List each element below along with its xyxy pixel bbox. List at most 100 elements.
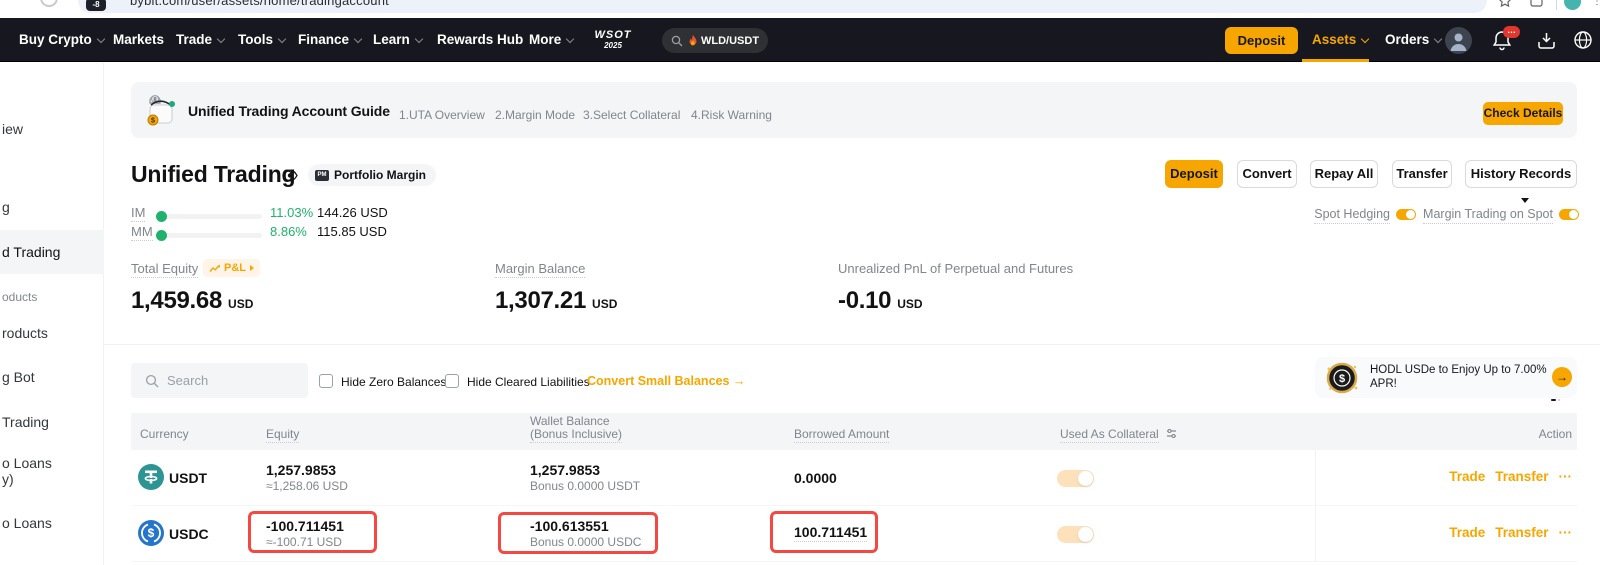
sidebar-item-funding[interactable]: g: [2, 199, 10, 215]
nav-learn[interactable]: Learn: [373, 18, 422, 62]
im-percent: 11.03%: [270, 205, 313, 220]
margin-balance-label[interactable]: Margin Balance: [495, 261, 585, 278]
browser-divider: [1556, 0, 1557, 10]
trade-link[interactable]: Trade: [1449, 525, 1485, 540]
globe-language-icon[interactable]: [1573, 30, 1593, 50]
download-app-icon[interactable]: [1537, 31, 1556, 50]
annotation-box-wallet: [498, 512, 658, 554]
wsot-2025-logo[interactable]: WSOT2025: [589, 29, 637, 50]
browser-profile-avatar[interactable]: [1564, 0, 1581, 10]
hide-cleared-liabilities-checkbox[interactable]: [445, 374, 459, 388]
convert-button[interactable]: Convert: [1237, 160, 1297, 188]
transfer-button[interactable]: Transfer: [1392, 160, 1452, 188]
spot-hedging-toggle[interactable]: [1396, 209, 1416, 220]
repay-all-button[interactable]: Repay All: [1310, 160, 1378, 188]
col-action: Action: [1539, 427, 1572, 441]
visibility-eye-icon[interactable]: [282, 169, 298, 182]
nav-finance[interactable]: Finance: [298, 18, 361, 62]
margin-trading-on-spot-toggle[interactable]: [1559, 209, 1579, 220]
url-text[interactable]: bybit.com/user/assets/home/tradingaccoun…: [130, 0, 389, 8]
unrealized-pnl-label: Unrealized PnL of Perpetual and Futures: [838, 261, 1073, 277]
guide-step-4[interactable]: 4.Risk Warning: [691, 108, 772, 122]
svg-text:$: $: [1339, 373, 1345, 385]
nav-trade[interactable]: Trade: [176, 18, 224, 62]
sidebar-item-copy-trading[interactable]: Trading: [2, 414, 49, 430]
search-icon: [671, 35, 683, 47]
nav-buy-crypto[interactable]: Buy Crypto: [19, 18, 104, 62]
portfolio-margin-badge[interactable]: PM Portfolio Margin: [308, 164, 436, 186]
sidebar-item-crypto-loans-new-line2[interactable]: y): [2, 471, 14, 487]
sidebar-item-trading-bot[interactable]: g Bot: [2, 369, 35, 385]
hide-cleared-liabilities-label[interactable]: Hide Cleared Liabilities: [467, 375, 590, 389]
promo-arrow-button[interactable]: →: [1552, 367, 1572, 387]
row-usdt-actions: Trade Transfer ···: [1449, 469, 1572, 484]
user-avatar[interactable]: [1445, 27, 1472, 54]
row-usdt-equity-usd: ≈1,258.06 USD: [266, 479, 348, 493]
sidebar: iew g d Trading oducts roducts g Bot Tra…: [0, 62, 104, 565]
reload-icon[interactable]: [40, 0, 58, 7]
pnl-badge[interactable]: P&L: [203, 259, 260, 277]
nav-rewards-hub[interactable]: Rewards Hub: [437, 18, 523, 62]
more-actions-icon[interactable]: ···: [1559, 525, 1573, 540]
promo-text: HODL USDe to Enjoy Up to 7.00%APR!: [1370, 363, 1547, 391]
sidebar-item-crypto-loans-new[interactable]: o Loans: [2, 455, 52, 471]
notification-badge: …: [1503, 26, 1520, 38]
nav-orders[interactable]: Orders: [1385, 18, 1441, 62]
hide-zero-balances-checkbox[interactable]: [319, 374, 333, 388]
asset-search-input[interactable]: Search: [131, 363, 308, 398]
sidebar-item-unified-trading[interactable]: d Trading: [2, 244, 60, 260]
sidebar-item-products[interactable]: roducts: [2, 325, 48, 341]
nav-more[interactable]: More: [529, 18, 573, 62]
pnl-chart-icon: [209, 263, 221, 273]
row-usdt-wallet: 1,257.9853: [530, 462, 600, 478]
col-borrowed-amount[interactable]: Borrowed Amount: [794, 427, 889, 441]
bookmark-star-icon[interactable]: [1498, 0, 1512, 8]
browser-menu-icon[interactable]: ⋮: [1592, 0, 1600, 7]
mm-progress-track: [156, 233, 262, 238]
chevron-down-icon: [354, 35, 362, 43]
transfer-link[interactable]: Transfer: [1495, 525, 1548, 540]
nav-search[interactable]: WLD/USDT: [662, 28, 768, 53]
usde-promo-banner[interactable]: $ HODL USDe to Enjoy Up to 7.00%APR! →: [1315, 357, 1577, 398]
nav-deposit-button[interactable]: Deposit: [1225, 27, 1298, 54]
guide-step-3[interactable]: 3.Select Collateral: [583, 108, 680, 122]
check-details-button[interactable]: Check Details: [1483, 102, 1563, 125]
sidebar-item-overview[interactable]: iew: [2, 121, 23, 137]
convert-small-balances-link[interactable]: Convert Small Balances →: [587, 374, 745, 388]
col-equity[interactable]: Equity: [266, 427, 299, 441]
row-usdt-collateral-toggle[interactable]: [1057, 470, 1094, 487]
nav-markets[interactable]: Markets: [113, 18, 164, 62]
trade-link[interactable]: Trade: [1449, 469, 1485, 484]
guide-step-1[interactable]: 1.UTA Overview: [399, 108, 485, 122]
search-pair-text: WLD/USDT: [701, 35, 759, 47]
chevron-down-icon: [217, 35, 225, 43]
chevron-down-icon: [1361, 35, 1369, 43]
sidebar-item-crypto-loans[interactable]: o Loans: [2, 515, 52, 531]
col-wallet-balance[interactable]: Wallet Balance(Bonus Inclusive): [530, 415, 622, 441]
collateral-filter-icon[interactable]: [1166, 428, 1177, 439]
browser-extension-icon[interactable]: [1530, 0, 1543, 7]
more-actions-icon[interactable]: ···: [1559, 469, 1573, 484]
mm-percent: 8.86%: [270, 224, 307, 239]
chevron-down-icon: [415, 35, 423, 43]
unrealized-pnl-value: -0.10USD: [838, 287, 923, 315]
history-records-button[interactable]: History Records: [1465, 160, 1577, 188]
guide-step-2[interactable]: 2.Margin Mode: [495, 108, 575, 122]
hide-zero-balances-label[interactable]: Hide Zero Balances: [341, 375, 446, 389]
caret-down-icon: [1521, 198, 1529, 203]
col-currency: Currency: [140, 427, 189, 441]
uta-guide-banner: 8 $ Unified Trading Account Guide 1.UTA …: [131, 82, 1577, 138]
col-used-as-collateral[interactable]: Used As Collateral: [1060, 427, 1177, 441]
total-equity-label[interactable]: Total Equity: [131, 261, 198, 278]
search-icon: [145, 374, 159, 388]
nav-tools[interactable]: Tools: [238, 18, 285, 62]
deposit-button[interactable]: Deposit: [1165, 160, 1223, 188]
transfer-link[interactable]: Transfer: [1495, 469, 1548, 484]
mm-label: MM: [131, 224, 153, 241]
usdc-coin-icon: $: [138, 520, 164, 546]
row-usdc-collateral-toggle[interactable]: [1057, 526, 1094, 543]
arrow-right-icon: →: [733, 374, 746, 388]
nav-assets[interactable]: Assets: [1312, 18, 1368, 62]
spot-hedging-label: Spot Hedging: [1314, 207, 1390, 224]
assets-active-underline: [1302, 59, 1369, 62]
